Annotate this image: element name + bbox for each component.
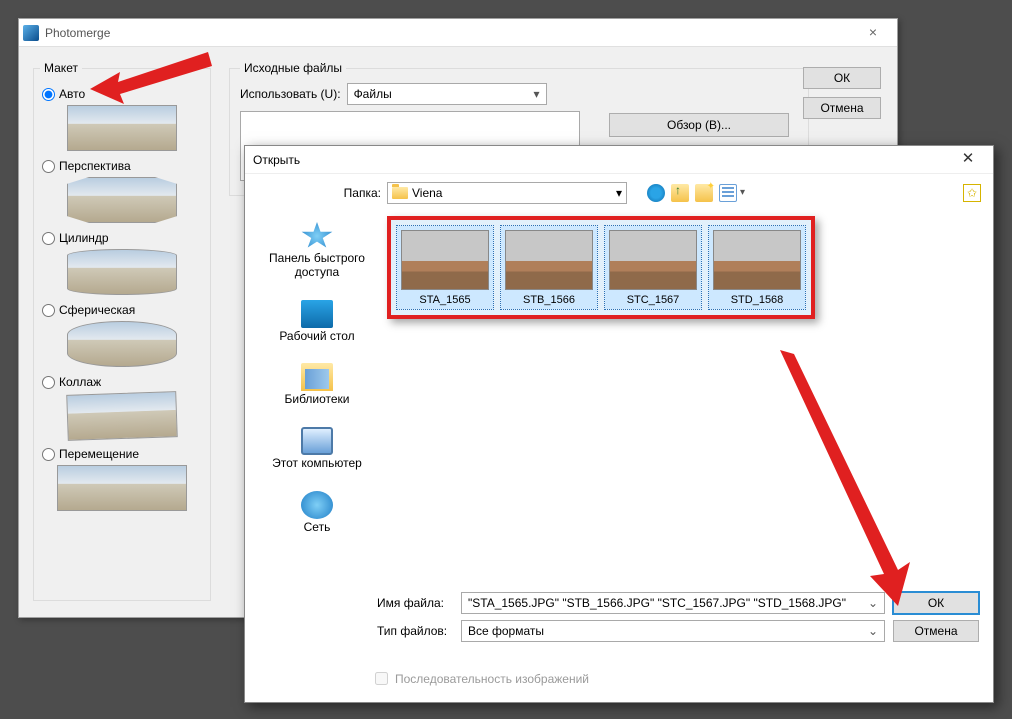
layout-spherical-radio[interactable] bbox=[42, 304, 55, 317]
layout-reposition-radio[interactable] bbox=[42, 448, 55, 461]
file-name: STB_1566 bbox=[501, 294, 597, 306]
layout-group: Макет Авто Перспектива Цилиндр Сферическ… bbox=[33, 61, 211, 601]
filename-input[interactable]: "STA_1565.JPG" "STB_1566.JPG" "STC_1567.… bbox=[461, 592, 885, 614]
open-cancel-button[interactable]: Отмена bbox=[893, 620, 979, 642]
photomerge-app-icon bbox=[23, 25, 39, 41]
file-name: STD_1568 bbox=[709, 294, 805, 306]
layout-spherical-thumb bbox=[67, 321, 177, 367]
file-thumb[interactable]: STC_1567 bbox=[605, 226, 701, 309]
filename-value: "STA_1565.JPG" "STB_1566.JPG" "STC_1567.… bbox=[468, 596, 846, 610]
image-sequence-checkbox[interactable]: Последовательность изображений bbox=[371, 669, 589, 688]
browse-button[interactable]: Обзор (B)... bbox=[609, 113, 789, 137]
thumbnail-image bbox=[713, 230, 801, 290]
folder-toolbar bbox=[647, 184, 737, 202]
quick-access-icon bbox=[301, 222, 333, 250]
file-thumb[interactable]: STB_1566 bbox=[501, 226, 597, 309]
layout-cylinder[interactable]: Цилиндр bbox=[42, 231, 204, 245]
layout-auto-radio[interactable] bbox=[42, 88, 55, 101]
places-bar: Панель быстрого доступа Рабочий стол Биб… bbox=[257, 212, 377, 562]
source-legend: Исходные файлы bbox=[240, 61, 346, 75]
thumbnail-image bbox=[609, 230, 697, 290]
layout-spherical[interactable]: Сферическая bbox=[42, 303, 204, 317]
view-menu-icon[interactable] bbox=[719, 184, 737, 202]
place-libraries[interactable]: Библиотеки bbox=[284, 363, 349, 407]
thumbnail-image bbox=[505, 230, 593, 290]
favorite-star-button[interactable]: ✩ bbox=[963, 184, 981, 202]
close-icon[interactable]: ✕ bbox=[951, 149, 985, 171]
layout-perspective-label: Перспектива bbox=[59, 159, 131, 173]
layout-cylinder-label: Цилиндр bbox=[59, 231, 109, 245]
this-pc-icon bbox=[301, 427, 333, 455]
open-ok-button[interactable]: ОК bbox=[893, 592, 979, 614]
back-icon[interactable] bbox=[647, 184, 665, 202]
layout-cylinder-radio[interactable] bbox=[42, 232, 55, 245]
open-titlebar: Открыть ✕ bbox=[245, 146, 993, 174]
layout-perspective[interactable]: Перспектива bbox=[42, 159, 204, 173]
filetype-value: Все форматы bbox=[468, 624, 544, 638]
layout-perspective-thumb bbox=[67, 177, 177, 223]
place-quick-access[interactable]: Панель быстрого доступа bbox=[257, 222, 377, 280]
layout-reposition[interactable]: Перемещение bbox=[42, 447, 204, 461]
use-value: Файлы bbox=[354, 87, 392, 101]
place-this-pc[interactable]: Этот компьютер bbox=[272, 427, 362, 471]
filetype-select[interactable]: Все форматы bbox=[461, 620, 885, 642]
close-icon[interactable]: × bbox=[853, 22, 893, 44]
layout-cylinder-thumb bbox=[67, 249, 177, 295]
file-area[interactable]: STA_1565 STB_1566 STC_1567 STD_1568 bbox=[383, 212, 981, 562]
layout-auto[interactable]: Авто bbox=[42, 87, 204, 101]
layout-reposition-label: Перемещение bbox=[59, 447, 139, 461]
layout-collage-thumb bbox=[66, 391, 178, 441]
new-folder-icon[interactable] bbox=[695, 184, 713, 202]
layout-collage-radio[interactable] bbox=[42, 376, 55, 389]
libraries-icon bbox=[301, 363, 333, 391]
photomerge-title: Photomerge bbox=[45, 26, 853, 40]
file-thumb[interactable]: STA_1565 bbox=[397, 226, 493, 309]
thumbnail-image bbox=[401, 230, 489, 290]
desktop-icon bbox=[301, 300, 333, 328]
filename-label: Имя файла: bbox=[377, 596, 453, 610]
filetype-label: Тип файлов: bbox=[377, 624, 453, 638]
open-title: Открыть bbox=[253, 153, 951, 167]
open-dialog: Открыть ✕ Папка: Viena ✩ Панель быстрого… bbox=[244, 145, 994, 703]
layout-collage[interactable]: Коллаж bbox=[42, 375, 204, 389]
file-name: STA_1565 bbox=[397, 294, 493, 306]
use-label: Использовать (U): bbox=[240, 87, 341, 101]
file-name: STC_1567 bbox=[605, 294, 701, 306]
up-one-level-icon[interactable] bbox=[671, 184, 689, 202]
network-icon bbox=[301, 491, 333, 519]
folder-icon bbox=[392, 187, 408, 199]
use-select[interactable]: Файлы bbox=[347, 83, 547, 105]
folder-label: Папка: bbox=[337, 186, 381, 200]
photomerge-ok-button[interactable]: ОК bbox=[803, 67, 881, 89]
folder-select[interactable]: Viena bbox=[387, 182, 627, 204]
photomerge-titlebar: Photomerge × bbox=[19, 19, 897, 47]
place-desktop[interactable]: Рабочий стол bbox=[279, 300, 354, 344]
image-sequence-input[interactable] bbox=[375, 672, 388, 685]
layout-auto-label: Авто bbox=[59, 87, 85, 101]
layout-perspective-radio[interactable] bbox=[42, 160, 55, 173]
photomerge-cancel-button[interactable]: Отмена bbox=[803, 97, 881, 119]
layout-reposition-thumb bbox=[57, 465, 187, 511]
layout-legend: Макет bbox=[40, 61, 82, 75]
layout-collage-label: Коллаж bbox=[59, 375, 101, 389]
annotation-highlight-box: STA_1565 STB_1566 STC_1567 STD_1568 bbox=[387, 216, 815, 319]
folder-value: Viena bbox=[412, 186, 442, 200]
place-network[interactable]: Сеть bbox=[301, 491, 333, 535]
layout-auto-thumb bbox=[67, 105, 177, 151]
layout-spherical-label: Сферическая bbox=[59, 303, 135, 317]
file-thumb[interactable]: STD_1568 bbox=[709, 226, 805, 309]
